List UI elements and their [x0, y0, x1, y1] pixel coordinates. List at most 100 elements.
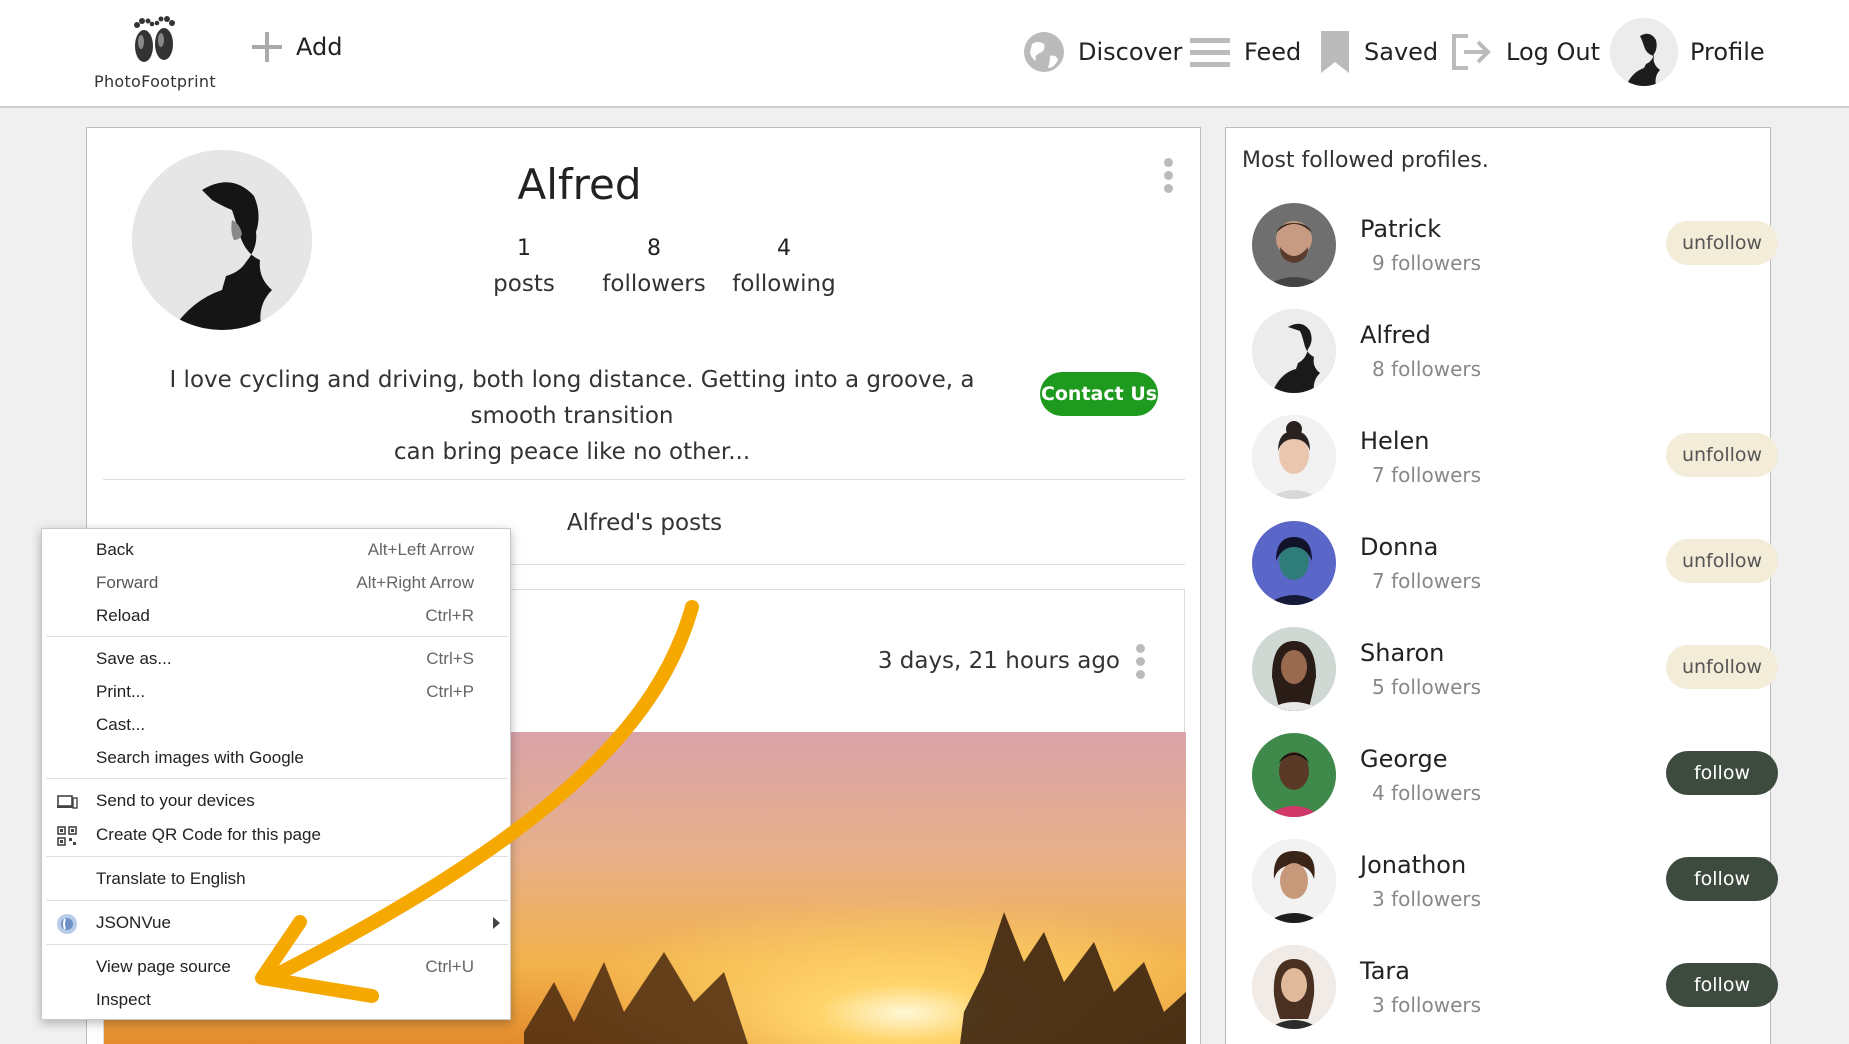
top-navbar: PhotoFootprint Add Discover Feed Saved L…	[0, 0, 1849, 108]
footprints-icon	[134, 16, 175, 62]
profile-avatar	[132, 150, 312, 330]
logo[interactable]: PhotoFootprint	[94, 14, 216, 91]
follow-button[interactable]: follow	[1666, 857, 1778, 901]
devices-icon	[57, 795, 78, 809]
profile-name: Helen	[1360, 427, 1430, 455]
profile-name: Patrick	[1360, 215, 1442, 243]
globe-icon	[1024, 32, 1064, 72]
profile-row-sharon[interactable]: Sharon 5 followers unfollow	[1252, 627, 1778, 713]
nav-logout[interactable]: Log Out	[1450, 18, 1600, 86]
menu-item-shortcut: Alt+Left Arrow	[367, 540, 474, 559]
logo-text: PhotoFootprint	[94, 72, 216, 91]
profile-row-patrick[interactable]: Patrick 9 followers unfollow	[1252, 203, 1778, 289]
menu-item-back[interactable]: Back Alt+Left Arrow	[42, 535, 512, 565]
submenu-arrow-icon	[493, 917, 500, 929]
menu-item-label: JSONVue	[96, 913, 171, 932]
unfollow-button[interactable]: unfollow	[1666, 433, 1778, 477]
post-timestamp: 3 days, 21 hours ago	[877, 648, 1120, 674]
menu-item-send-devices[interactable]: Send to your devices	[42, 786, 512, 816]
profile-row-helen[interactable]: Helen 7 followers unfollow	[1252, 415, 1778, 501]
menu-item-print[interactable]: Print... Ctrl+P	[42, 677, 512, 707]
menu-item-qr-code[interactable]: Create QR Code for this page	[42, 820, 512, 850]
profile-row-donna[interactable]: Donna 7 followers unfollow	[1252, 521, 1778, 607]
profile-row-george[interactable]: George 4 followers follow	[1252, 733, 1778, 819]
menu-item-save-as[interactable]: Save as... Ctrl+S	[42, 644, 512, 674]
menu-item-search-images[interactable]: Search images with Google	[42, 743, 512, 773]
menu-item-shortcut: Ctrl+R	[425, 606, 474, 625]
unfollow-button[interactable]: unfollow	[1666, 539, 1778, 583]
nav-discover[interactable]: Discover	[1022, 18, 1182, 86]
menu-item-cast[interactable]: Cast...	[42, 710, 512, 740]
menu-separator	[46, 856, 508, 857]
avatar	[1252, 839, 1336, 923]
menu-item-jsonvue[interactable]: JSONVue	[42, 908, 512, 938]
follower-count: 4 followers	[1372, 781, 1482, 805]
menu-item-label: Search images with Google	[96, 748, 304, 767]
stat-following-label: following	[732, 271, 836, 297]
follower-count: 8 followers	[1372, 357, 1482, 381]
menu-item-shortcut: Ctrl+S	[426, 649, 474, 668]
post-options-button[interactable]	[1134, 644, 1146, 684]
profile-options-button[interactable]	[1161, 158, 1175, 198]
jsonvue-icon	[57, 914, 77, 934]
menu-lines-icon	[1190, 38, 1230, 67]
menu-item-view-source[interactable]: View page source Ctrl+U	[42, 952, 512, 982]
profile-name: Tara	[1360, 957, 1410, 985]
profile-name: Alfred	[517, 160, 642, 209]
follow-button[interactable]: follow	[1666, 963, 1778, 1007]
follower-count: 7 followers	[1372, 463, 1482, 487]
stat-followers-value: 8	[647, 236, 661, 261]
nav-discover-label: Discover	[1078, 38, 1183, 66]
menu-item-label: Create QR Code for this page	[96, 825, 321, 844]
unfollow-button[interactable]: unfollow	[1666, 221, 1778, 265]
follow-button[interactable]: follow	[1666, 751, 1778, 795]
menu-item-label: Cast...	[96, 715, 146, 734]
menu-item-label: Print...	[96, 682, 146, 701]
contact-us-button[interactable]: Contact Us	[1040, 372, 1158, 416]
profile-row-jonathon[interactable]: Jonathon 3 followers follow	[1252, 839, 1778, 925]
avatar	[1252, 733, 1336, 817]
avatar	[1252, 945, 1336, 1029]
profile-name: Jonathon	[1360, 851, 1467, 879]
stat-posts-value: 1	[517, 236, 531, 261]
menu-item-label: Send to your devices	[96, 791, 255, 810]
stat-following-value: 4	[777, 236, 791, 261]
nav-feed[interactable]: Feed	[1188, 18, 1301, 86]
menu-item-shortcut: Alt+Right Arrow	[356, 573, 474, 592]
follower-count: 5 followers	[1372, 675, 1482, 699]
profile-name: Alfred	[1360, 321, 1431, 349]
avatar	[1252, 415, 1336, 499]
unfollow-button[interactable]: unfollow	[1666, 645, 1778, 689]
menu-separator	[46, 778, 508, 779]
avatar	[1252, 627, 1336, 711]
most-followed-sidebar: Most followed profiles. Patrick 9 follow…	[1225, 127, 1778, 1044]
menu-item-label: Save as...	[96, 649, 172, 668]
follower-count: 9 followers	[1372, 251, 1482, 275]
profile-row-tara[interactable]: Tara 3 followers follow	[1252, 945, 1778, 1031]
logout-icon	[1452, 34, 1491, 70]
menu-item-translate[interactable]: Translate to English	[42, 864, 512, 894]
menu-separator	[46, 900, 508, 901]
nav-profile[interactable]: Profile	[1610, 18, 1765, 86]
stat-followers[interactable]: 8 followers	[589, 236, 719, 297]
bio-line-1: I love cycling and driving, both long di…	[169, 367, 975, 429]
profile-name: Donna	[1360, 533, 1439, 561]
follower-count: 7 followers	[1372, 569, 1482, 593]
plus-icon	[252, 32, 282, 62]
menu-item-forward[interactable]: Forward Alt+Right Arrow	[42, 568, 512, 598]
menu-item-label: Back	[96, 540, 134, 559]
menu-item-inspect[interactable]: Inspect	[42, 985, 512, 1015]
add-button[interactable]: Add	[250, 30, 342, 64]
menu-item-label: Forward	[96, 573, 159, 592]
add-label: Add	[296, 33, 343, 61]
menu-item-reload[interactable]: Reload Ctrl+R	[42, 601, 512, 631]
stat-following[interactable]: 4 following	[719, 236, 849, 297]
stat-followers-label: followers	[602, 271, 706, 297]
nav-saved[interactable]: Saved	[1318, 18, 1438, 86]
avatar	[1252, 521, 1336, 605]
menu-separator	[46, 636, 508, 637]
profile-row-alfred[interactable]: Alfred 8 followers	[1252, 309, 1757, 395]
profile-name: George	[1360, 745, 1448, 773]
nav-logout-label: Log Out	[1506, 38, 1601, 66]
profile-name: Sharon	[1360, 639, 1445, 667]
